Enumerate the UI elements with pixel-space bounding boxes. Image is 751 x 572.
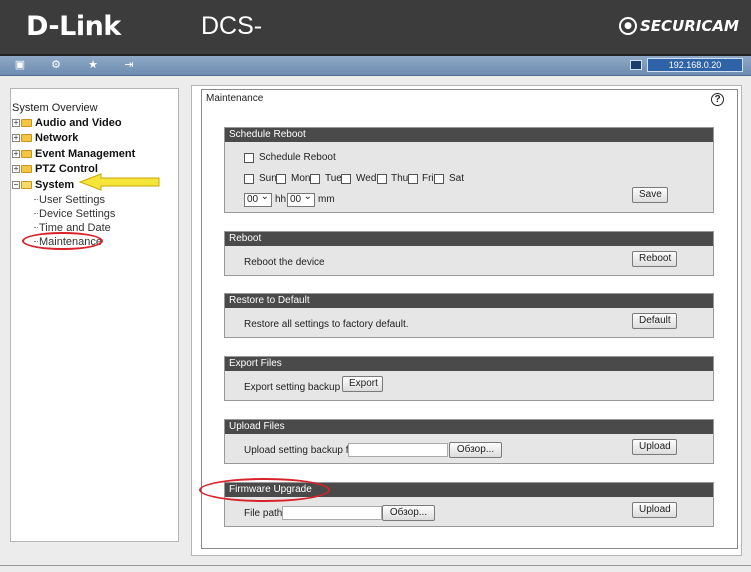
day-label: Mon xyxy=(291,173,311,184)
monitor-icon xyxy=(630,60,642,70)
section-header: Reboot xyxy=(225,232,713,246)
day-checkbox-tue[interactable] xyxy=(310,174,320,184)
day-label: Fri xyxy=(422,173,434,184)
securicam-logo: ● SECURICAM xyxy=(619,17,739,35)
ip-address: 192.168.0.20 xyxy=(647,58,743,72)
folder-icon xyxy=(21,149,32,158)
day-label: Sun xyxy=(259,173,277,184)
day-label: Sat xyxy=(449,173,465,184)
help-icon[interactable]: ? xyxy=(711,93,724,106)
nav-label: Audio and Video xyxy=(35,116,122,129)
annotation-circle-maintenance xyxy=(22,232,103,250)
save-button[interactable]: Save xyxy=(632,187,668,203)
day-checkbox-sun[interactable] xyxy=(244,174,254,184)
dlink-logo: D-Link xyxy=(26,11,121,42)
nav-item-audio-video[interactable]: + Audio and Video xyxy=(12,115,135,131)
securicam-label: SECURICAM xyxy=(640,17,739,35)
export-files-section: Export Files Export setting backup file … xyxy=(224,356,714,401)
section-header: Export Files xyxy=(225,357,713,371)
nav-item-event-management[interactable]: + Event Management xyxy=(12,146,135,162)
upload-file-input[interactable] xyxy=(348,443,448,457)
upload-files-section: Upload Files Upload setting backup file … xyxy=(224,419,714,464)
page-title: Maintenance xyxy=(206,93,264,104)
restore-default-section: Restore to Default Restore all settings … xyxy=(224,293,714,338)
export-button[interactable]: Export xyxy=(342,376,383,392)
day-checkbox-sat[interactable] xyxy=(434,174,444,184)
day-label: Thu xyxy=(391,173,409,184)
collapse-icon[interactable]: − xyxy=(12,180,20,189)
nav-label: Event Management xyxy=(35,147,136,160)
reboot-button[interactable]: Reboot xyxy=(632,251,677,267)
reboot-description: Reboot the device xyxy=(244,257,325,268)
nav-panel: System Overview + Audio and Video + Netw… xyxy=(10,88,179,542)
expand-icon[interactable]: + xyxy=(12,165,20,174)
star-icon[interactable]: ★ xyxy=(86,59,100,72)
day-checkbox-wed[interactable] xyxy=(341,174,351,184)
toolbar: ▣ ⚙ ★ ⇥ 192.168.0.20 xyxy=(0,56,751,76)
model-title: DCS- xyxy=(201,12,263,40)
folder-icon xyxy=(21,134,32,143)
nav-item-network[interactable]: + Network xyxy=(12,131,135,147)
folder-icon xyxy=(21,118,32,127)
restore-description: Restore all settings to factory default. xyxy=(244,319,409,330)
nav-root[interactable]: System Overview xyxy=(12,102,135,114)
schedule-reboot-label: Schedule Reboot xyxy=(259,152,336,163)
day-label: Wed xyxy=(356,173,377,184)
export-description: Export setting backup file xyxy=(244,382,356,393)
schedule-reboot-section: Schedule Reboot Schedule Reboot Sun Mon … xyxy=(224,127,714,213)
nav-sub-user-settings[interactable]: User Settings xyxy=(12,193,135,207)
firmware-browse-button[interactable]: Обзор... xyxy=(382,505,435,521)
minute-select[interactable]: 00 xyxy=(287,191,315,207)
nav-label: System xyxy=(35,178,75,191)
nav-label: Network xyxy=(35,132,79,145)
annotation-circle-firmware xyxy=(199,478,330,502)
folder-icon xyxy=(21,165,32,174)
header-bar: D-Link DCS- ● SECURICAM xyxy=(0,0,751,56)
default-button[interactable]: Default xyxy=(632,313,677,329)
upload-description: Upload setting backup file xyxy=(244,445,359,456)
upload-button[interactable]: Upload xyxy=(632,439,677,455)
exit-icon[interactable]: ⇥ xyxy=(122,59,136,72)
section-header: Upload Files xyxy=(225,420,713,434)
section-header: Restore to Default xyxy=(225,294,713,308)
day-checkbox-thu[interactable] xyxy=(377,174,387,184)
expand-icon[interactable]: + xyxy=(12,118,20,127)
day-checkbox-mon[interactable] xyxy=(276,174,286,184)
camera-icon[interactable]: ▣ xyxy=(13,59,27,72)
annotation-arrow xyxy=(79,173,160,191)
lock-icon: ● xyxy=(619,17,637,35)
hour-unit-label: hh xyxy=(275,194,287,205)
expand-icon[interactable]: + xyxy=(12,134,20,143)
firmware-file-path-label: File path xyxy=(244,508,283,519)
nav-sub-device-settings[interactable]: Device Settings xyxy=(12,207,135,221)
folder-open-icon xyxy=(21,180,32,189)
schedule-reboot-checkbox[interactable] xyxy=(244,153,254,163)
expand-icon[interactable]: + xyxy=(12,149,20,158)
hour-select[interactable]: 00 xyxy=(244,191,272,207)
day-label: Tue xyxy=(325,173,342,184)
section-header: Schedule Reboot xyxy=(225,128,713,142)
minute-unit-label: mm xyxy=(318,194,335,205)
settings-icon[interactable]: ⚙ xyxy=(49,59,63,72)
upload-browse-button[interactable]: Обзор... xyxy=(449,442,502,458)
reboot-section: Reboot Reboot the device Reboot xyxy=(224,231,714,276)
day-checkbox-fri[interactable] xyxy=(408,174,418,184)
firmware-upload-button[interactable]: Upload xyxy=(632,502,677,518)
bottom-divider xyxy=(0,565,751,566)
firmware-file-input[interactable] xyxy=(282,506,382,520)
